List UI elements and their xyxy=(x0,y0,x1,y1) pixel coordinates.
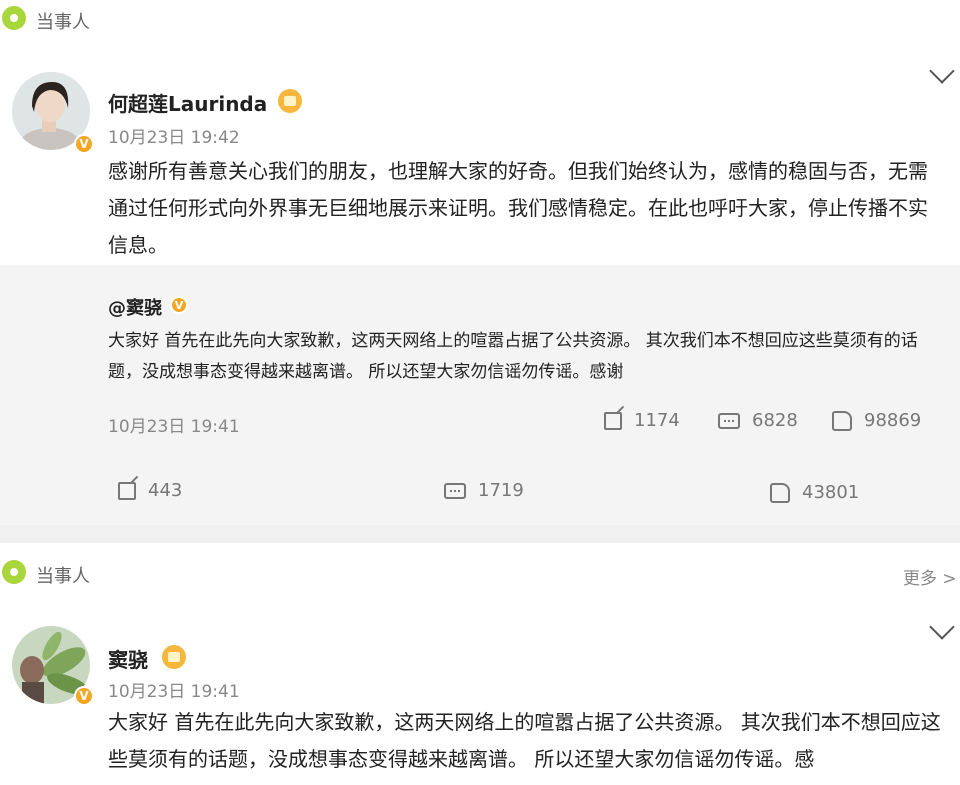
post-timestamp: 10月23日 19:42 xyxy=(108,128,240,148)
verified-v-icon: V xyxy=(74,686,94,706)
share-icon xyxy=(604,411,622,430)
tag-label: 当事人 xyxy=(36,566,90,587)
repost-timestamp: 10月23日 19:41 xyxy=(108,417,240,437)
more-link[interactable]: 更多 > xyxy=(903,564,957,589)
verified-v-icon: V xyxy=(170,296,188,314)
repost-comment-stat[interactable]: 6828 xyxy=(718,410,798,431)
share-count: 443 xyxy=(148,480,183,501)
like-stat[interactable]: 43801 xyxy=(770,482,859,503)
location-pin-icon xyxy=(2,6,26,30)
comment-stat[interactable]: 1719 xyxy=(444,480,524,501)
post-username[interactable]: 何超莲Laurinda xyxy=(108,88,267,117)
repost-text: 大家好 首先在此先向大家致歉，这两天网络上的喧嚣占据了公共资源。 其次我们本不想… xyxy=(108,331,918,382)
repost-username[interactable]: @窦骁 xyxy=(108,294,162,320)
chevron-down-icon[interactable] xyxy=(929,58,955,84)
share-stat[interactable]: 443 xyxy=(118,480,182,501)
crown-icon xyxy=(162,645,186,669)
thumbs-up-icon xyxy=(832,410,852,431)
verified-v-icon: V xyxy=(74,134,94,154)
comment-icon xyxy=(718,412,740,429)
post-timestamp: 10月23日 19:41 xyxy=(108,682,240,702)
repost-share-stat[interactable]: 1174 xyxy=(604,410,680,431)
location-pin-icon xyxy=(2,560,26,584)
share-icon xyxy=(118,481,136,500)
like-count: 98869 xyxy=(864,410,922,431)
comment-count: 1719 xyxy=(478,480,524,501)
post-text: 感谢所有善意关心我们的朋友，也理解大家的好奇。但我们始终认为，感情的稳固与否，无… xyxy=(108,159,928,257)
post-text: 大家好 首先在此先向大家致歉，这两天网络上的喧嚣占据了公共资源。 其次我们本不想… xyxy=(108,710,941,771)
comment-count: 6828 xyxy=(752,410,798,431)
repost-like-stat[interactable]: 98869 xyxy=(832,410,921,431)
share-count: 1174 xyxy=(634,410,680,431)
crown-icon xyxy=(278,89,302,113)
tag-label: 当事人 xyxy=(36,12,90,33)
like-count: 43801 xyxy=(802,482,860,503)
post-username[interactable]: 窦骁 xyxy=(108,644,148,673)
comment-icon xyxy=(444,482,466,499)
thumbs-up-icon xyxy=(770,482,790,503)
section-divider xyxy=(0,525,960,543)
chevron-down-icon[interactable] xyxy=(929,614,955,640)
